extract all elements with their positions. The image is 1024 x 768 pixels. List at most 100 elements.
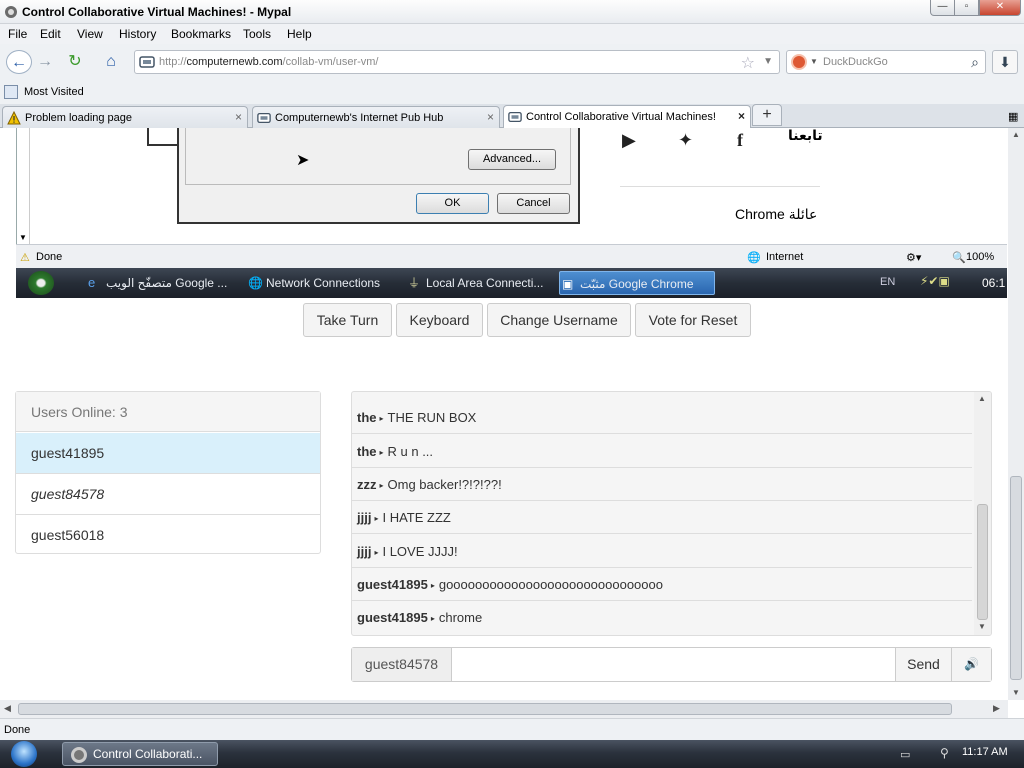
all-tabs-icon[interactable]: ▦ (1008, 110, 1020, 123)
vm-task-local-area[interactable]: ⏚ Local Area Connecti... (406, 271, 556, 295)
os-clock[interactable]: 11:17 AM (962, 746, 1008, 758)
tab-problem-loading[interactable]: Problem loading page × (2, 106, 248, 128)
vm-zoom-text[interactable]: 100% (966, 251, 994, 263)
scroll-up-icon[interactable]: ▲ (1012, 130, 1020, 139)
user-row[interactable]: guest41895 (16, 433, 320, 474)
vm-task-chrome-browser[interactable]: e متصفّح الويب Google ... (86, 271, 234, 295)
cancel-button[interactable]: Cancel (497, 193, 570, 214)
twitter-icon[interactable]: ✦ (678, 130, 693, 151)
forward-icon[interactable]: → (32, 50, 58, 74)
keyboard-tray-icon[interactable]: ▭ (900, 748, 910, 761)
scroll-up-icon[interactable]: ▲ (978, 394, 986, 403)
chat-message: guest41895 ▸ goooooooooooooooooooooooooooo… (352, 568, 972, 601)
vm-start-orb-icon[interactable] (28, 271, 54, 295)
vote-reset-button[interactable]: Vote for Reset (635, 303, 751, 337)
menu-history[interactable]: History (119, 27, 156, 41)
chat-message: zzz ▸ Omg backer!?!?!??! (352, 468, 972, 501)
new-tab-button[interactable]: + (752, 104, 782, 126)
users-online-panel: Users Online: 3 guest41895 guest84578 gu… (15, 391, 321, 554)
search-icon[interactable]: ⌕ (971, 54, 979, 71)
chat-panel[interactable]: the ▸ THE RUN BOX the ▸ R u n ... zzz ▸ Omg ba… (351, 391, 992, 636)
chat-scroll-thumb[interactable] (977, 504, 988, 620)
duckduckgo-icon[interactable] (791, 54, 807, 70)
chat-message: guest41895 ▸ chrome (357, 610, 483, 625)
network-tray-icon[interactable]: ⚲ (940, 746, 949, 760)
youtube-icon[interactable]: ▶ (622, 130, 636, 151)
vm-task-chrome-installer[interactable]: ▣ مثبّت Google Chrome (559, 271, 715, 295)
network-icon: 🌐 (248, 276, 263, 290)
home-icon[interactable]: ⌂ (98, 50, 124, 74)
sound-toggle-icon[interactable]: 🔊 (951, 648, 991, 681)
menu-file[interactable]: File (8, 27, 27, 41)
tab-close-icon[interactable]: × (235, 110, 242, 124)
vm-zone-text: Internet (766, 251, 804, 263)
vm-language-indicator[interactable]: EN (880, 276, 895, 288)
horizontal-scroll-thumb[interactable] (18, 703, 952, 715)
scroll-left-icon[interactable]: ◀ (4, 703, 11, 714)
chat-arrow-icon: ▸ (374, 514, 379, 523)
reload-icon[interactable]: ↻ (62, 50, 88, 74)
menu-tools[interactable]: Tools (243, 27, 271, 41)
tab-collab-vm[interactable]: Control Collaborative Virtual Machines! … (503, 105, 751, 128)
search-engine-dropdown-icon[interactable]: ▼ (810, 57, 818, 66)
user-row[interactable]: guest56018 (16, 515, 320, 556)
menu-view[interactable]: View (77, 27, 103, 41)
back-icon[interactable]: ← (6, 50, 32, 74)
zoom-icon[interactable]: 🔍 (952, 251, 966, 264)
site-favicon-icon (508, 111, 522, 123)
globe-icon: 🌐 (747, 252, 761, 264)
keyboard-button[interactable]: Keyboard (396, 303, 483, 337)
chat-arrow-icon: ▸ (379, 481, 384, 490)
chrome-family-link[interactable]: Chrome عائلة (735, 206, 817, 223)
mypal-icon (71, 747, 87, 763)
page-scroll-thumb[interactable] (1010, 476, 1022, 680)
maximize-button[interactable]: ▫ (954, 0, 979, 16)
vm-clock: 06:1 (982, 276, 1006, 290)
follow-us-label: تابعنا (788, 127, 823, 143)
tab-internet-pub-hub[interactable]: Computernewb's Internet Pub Hub × (252, 106, 500, 128)
url-bar[interactable]: http://computernewb.com/collab-vm/user-v… (134, 50, 780, 74)
vm-tray-icons[interactable]: ⚡✔▣ (920, 274, 950, 288)
advanced-button[interactable]: Advanced... (468, 149, 556, 170)
navigation-toolbar: ← → ↻ ⌂ http://computernewb.com/collab-v… (0, 44, 1024, 82)
tab-close-icon[interactable]: × (738, 109, 745, 123)
tab-label: Problem loading page (25, 112, 133, 124)
take-turn-button[interactable]: Take Turn (303, 303, 392, 337)
ie-icon: e (88, 275, 96, 290)
send-button[interactable]: Send (895, 648, 951, 681)
chat-arrow-icon: ▸ (430, 581, 435, 590)
chat-arrow-icon: ▸ (374, 548, 379, 557)
network-adapter-icon: ⏚ (408, 276, 421, 290)
url-dropdown-icon[interactable]: ▼ (763, 56, 773, 67)
tab-close-icon[interactable]: × (487, 110, 494, 124)
vm-task-network-connections[interactable]: 🌐 Network Connections (246, 271, 396, 295)
chat-scrollbar[interactable]: ▲ ▼ (974, 392, 991, 635)
download-icon[interactable]: ⬇ (992, 50, 1018, 74)
search-bar[interactable]: ▼ DuckDuckGo ⌕ (786, 50, 986, 74)
chat-input-group: guest84578 Send 🔊 (351, 647, 992, 682)
menu-bookmarks[interactable]: Bookmarks (171, 27, 231, 41)
bookmark-star-icon[interactable]: ☆ (741, 53, 755, 73)
scroll-right-icon[interactable]: ▶ (993, 703, 1000, 714)
menu-edit[interactable]: Edit (40, 27, 61, 41)
bookmarks-toolbar: Most Visited (0, 82, 1024, 104)
chat-arrow-icon: ▸ (379, 414, 384, 423)
chat-message: the ▸ THE RUN BOX (352, 401, 972, 434)
scroll-down-icon[interactable]: ▼ (978, 622, 986, 631)
ok-button[interactable]: OK (416, 193, 489, 214)
scroll-down-icon[interactable]: ▼ (1012, 688, 1020, 697)
bookmark-most-visited[interactable]: Most Visited (24, 86, 84, 98)
os-task-mypal[interactable]: Control Collaborati... (62, 742, 218, 766)
menu-help[interactable]: Help (287, 27, 312, 41)
user-row[interactable]: guest84578 (16, 474, 320, 515)
search-placeholder: DuckDuckGo (823, 56, 888, 68)
windows-start-icon[interactable] (8, 740, 42, 768)
minimize-button[interactable]: — (930, 0, 955, 16)
change-username-button[interactable]: Change Username (487, 303, 631, 337)
url-text: http://computernewb.com/collab-vm/user-v… (159, 56, 379, 68)
chat-message-input[interactable] (453, 648, 894, 681)
facebook-icon[interactable]: f (737, 130, 743, 151)
protected-mode-icon[interactable]: ⚙▾ (906, 251, 921, 264)
close-window-button[interactable]: ✕ (979, 0, 1021, 16)
vm-scrollbar[interactable]: ▼ (16, 128, 30, 244)
